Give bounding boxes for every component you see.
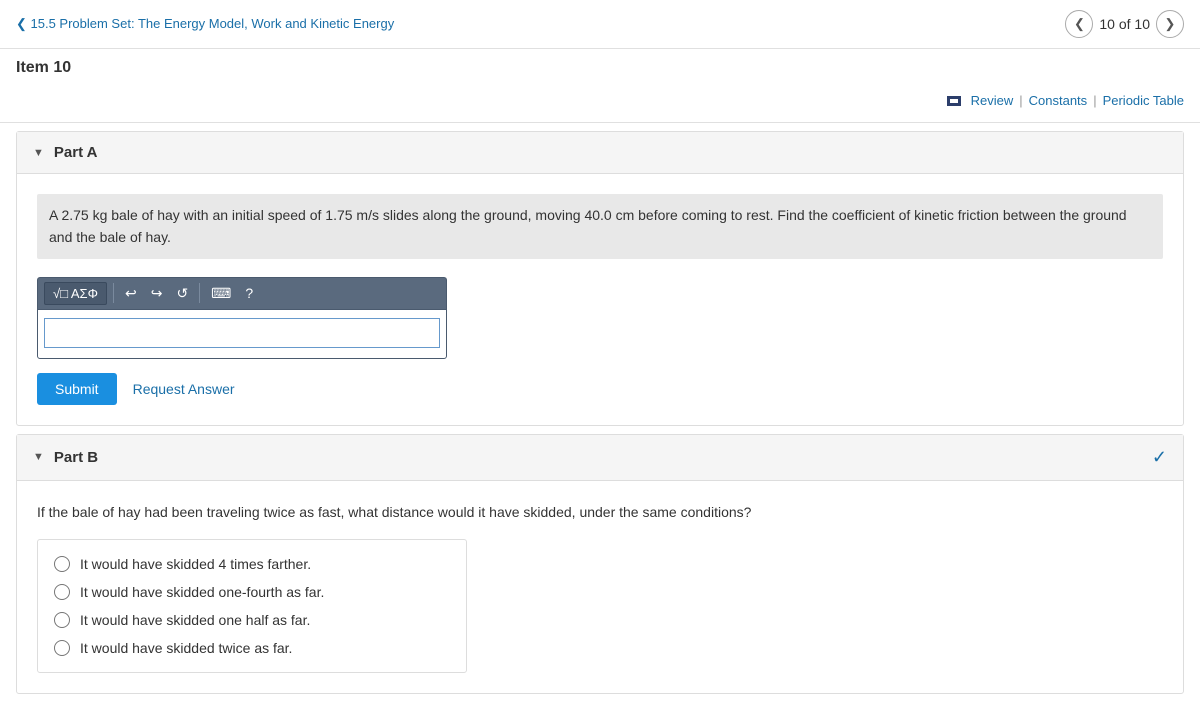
part-b-chevron: ▼ <box>33 451 44 463</box>
radio-option-4[interactable] <box>54 640 70 656</box>
constants-link[interactable]: Constants <box>1029 93 1088 108</box>
radio-option-2[interactable] <box>54 584 70 600</box>
radio-options-container: It would have skidded 4 times farther. It… <box>37 539 467 673</box>
answer-box-wrapper <box>37 309 447 359</box>
list-item: It would have skidded 4 times farther. <box>54 550 450 578</box>
radio-option-1[interactable] <box>54 556 70 572</box>
part-a-chevron: ▼ <box>33 147 44 159</box>
breadcrumb-link[interactable]: ❮ 15.5 Problem Set: The Energy Model, Wo… <box>16 16 394 32</box>
chevron-right-icon: ❯ <box>1165 16 1176 32</box>
help-button[interactable]: ? <box>240 282 258 304</box>
keyboard-button[interactable]: ⌨ <box>206 282 236 305</box>
radio-label-4[interactable]: It would have skidded twice as far. <box>80 640 292 656</box>
request-answer-link[interactable]: Request Answer <box>133 381 235 397</box>
math-toolbar: √□ ΑΣΦ ↩ ↪ ↺ ⌨ ? <box>37 277 447 309</box>
list-item: It would have skidded twice as far. <box>54 634 450 662</box>
radio-label-2[interactable]: It would have skidded one-fourth as far. <box>80 584 324 600</box>
toolbar-sep-1 <box>113 283 114 303</box>
answer-input[interactable] <box>44 318 440 348</box>
periodic-table-link[interactable]: Periodic Table <box>1103 93 1184 108</box>
action-row: Submit Request Answer <box>37 373 1163 405</box>
part-b-check: ✓ <box>1152 447 1167 468</box>
submit-button[interactable]: Submit <box>37 373 117 405</box>
list-item: It would have skidded one-fourth as far. <box>54 578 450 606</box>
item-label: Item 10 <box>16 59 71 76</box>
next-item-button[interactable]: ❯ <box>1156 10 1184 38</box>
chevron-left-icon: ❮ <box>1074 16 1085 32</box>
divider-2: | <box>1093 93 1096 108</box>
part-a-header[interactable]: ▼ Part A <box>17 132 1183 174</box>
math-symbol-button[interactable]: √□ ΑΣΦ <box>44 282 107 305</box>
part-b-label: Part B <box>54 449 98 466</box>
part-b-header[interactable]: ▼ Part B ✓ <box>17 435 1183 481</box>
divider-1: | <box>1019 93 1022 108</box>
resource-bar: Review | Constants | Periodic Table <box>0 85 1200 116</box>
toolbar-sep-2 <box>199 283 200 303</box>
item-counter: 10 of 10 <box>1099 16 1150 32</box>
reset-button[interactable]: ↺ <box>171 282 193 305</box>
nav-right: ❮ 10 of 10 ❯ <box>1065 10 1184 38</box>
item-header: Item 10 <box>0 49 1200 85</box>
list-item: It would have skidded one half as far. <box>54 606 450 634</box>
top-nav: ❮ 15.5 Problem Set: The Energy Model, Wo… <box>0 0 1200 49</box>
review-icon <box>947 96 961 106</box>
radio-label-3[interactable]: It would have skidded one half as far. <box>80 612 310 628</box>
radio-label-1[interactable]: It would have skidded 4 times farther. <box>80 556 311 572</box>
radio-option-3[interactable] <box>54 612 70 628</box>
part-a-label: Part A <box>54 144 98 161</box>
prev-item-button[interactable]: ❮ <box>1065 10 1093 38</box>
separator <box>0 122 1200 123</box>
undo-button[interactable]: ↩ <box>120 282 142 305</box>
redo-button[interactable]: ↪ <box>146 282 168 305</box>
review-link[interactable]: Review <box>971 93 1014 108</box>
part-b-section: ▼ Part B ✓ If the bale of hay had been t… <box>16 434 1184 694</box>
part-b-content: If the bale of hay had been traveling tw… <box>17 481 1183 693</box>
part-b-question-text: If the bale of hay had been traveling tw… <box>37 501 1163 523</box>
part-a-section: ▼ Part A A 2.75 kg bale of hay with an i… <box>16 131 1184 426</box>
part-a-problem-text: A 2.75 kg bale of hay with an initial sp… <box>37 194 1163 259</box>
part-a-content: A 2.75 kg bale of hay with an initial sp… <box>17 174 1183 425</box>
math-editor: √□ ΑΣΦ ↩ ↪ ↺ ⌨ ? <box>37 277 1163 359</box>
